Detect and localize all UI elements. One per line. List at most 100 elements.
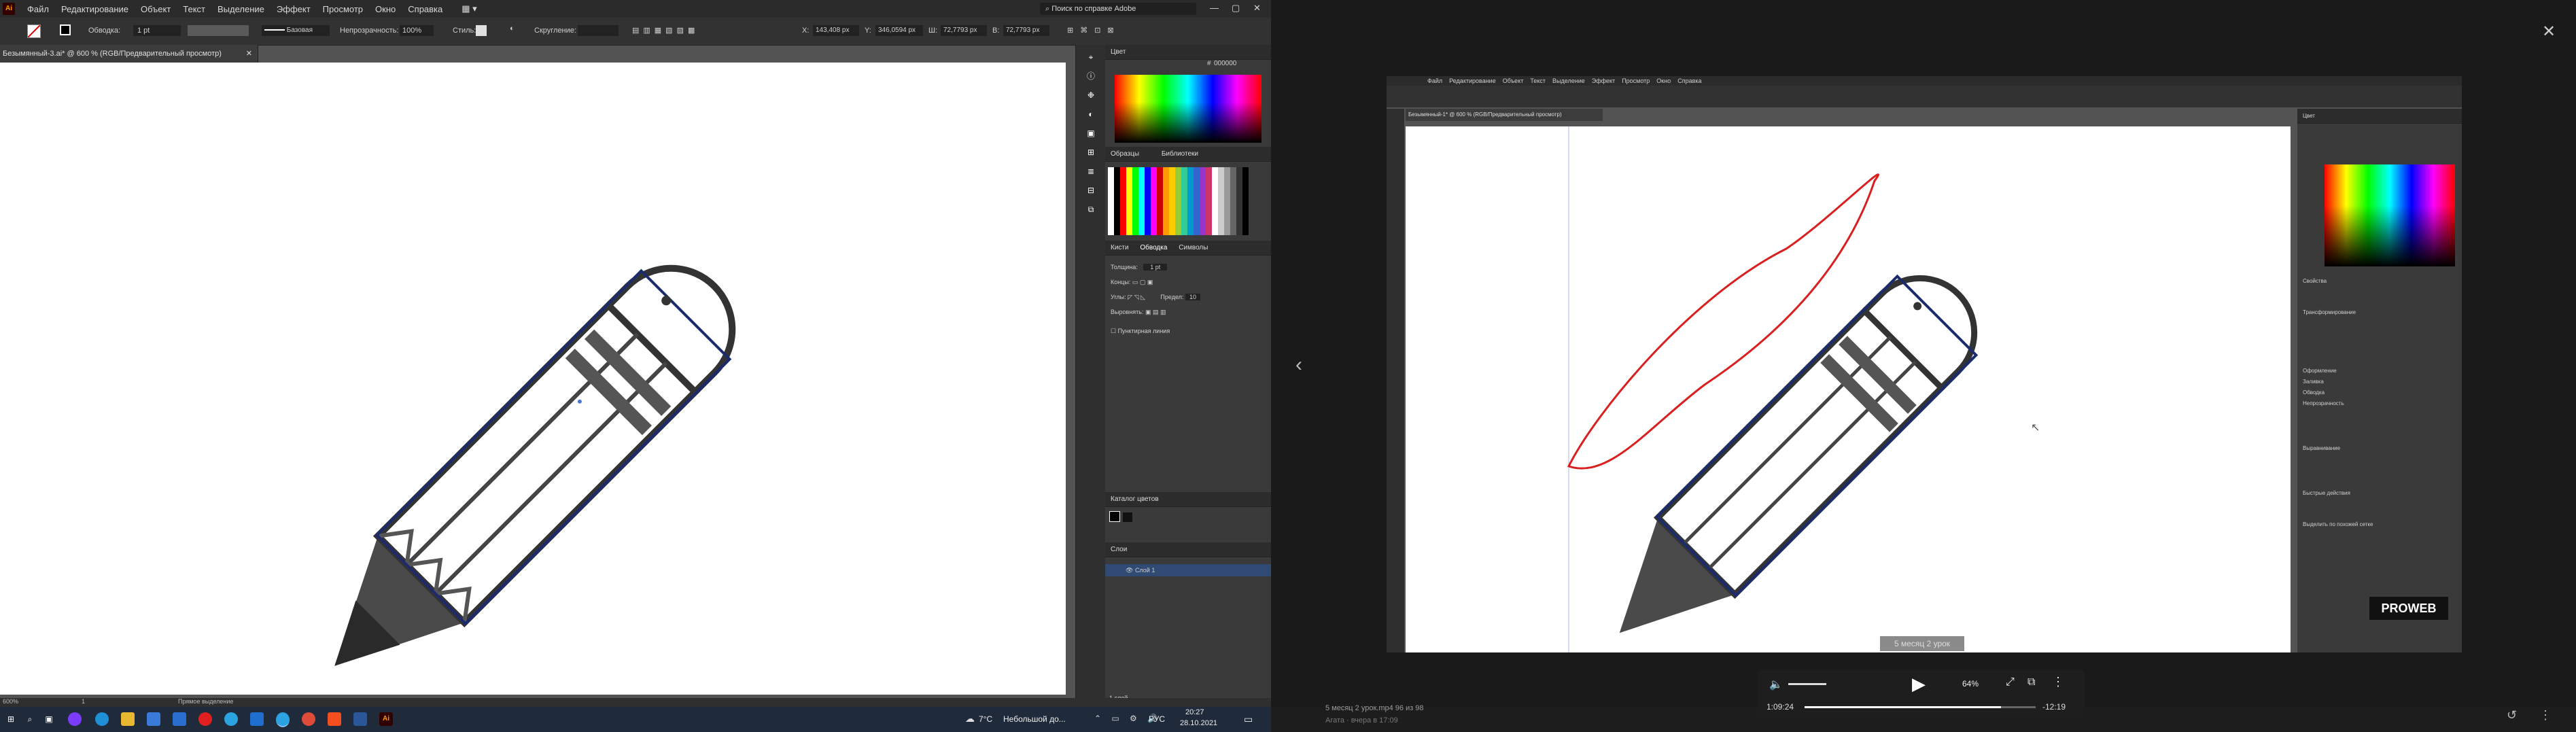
minimize-button[interactable]: — [1210, 3, 1219, 13]
tab-stroke[interactable]: Обводка [1140, 244, 1167, 251]
eye-icon[interactable]: 👁 [1126, 567, 1135, 574]
edge-icon[interactable] [95, 712, 109, 726]
workspace-switcher-icon[interactable]: ▦ ▾ [462, 3, 476, 14]
style-swatch[interactable] [476, 25, 487, 36]
layer-row[interactable]: 👁 Слой 1 [1105, 564, 1271, 576]
fill-swatch[interactable] [27, 24, 41, 38]
more-viewer-icon[interactable]: ⋮ [2539, 708, 2552, 722]
assistant-icon[interactable] [68, 712, 82, 726]
illustrator-taskbar-icon[interactable]: Ai [379, 712, 393, 726]
menu-item-effect[interactable]: Эффект [277, 4, 311, 14]
figma-icon[interactable] [328, 712, 341, 726]
stroke-swatch[interactable] [60, 24, 71, 35]
color-panel-title[interactable]: Цвет [1105, 45, 1271, 60]
tab-swatches[interactable]: Образцы [1111, 150, 1139, 158]
y-input[interactable]: 346,0594 px [875, 25, 923, 36]
more-icon[interactable]: ⋮ [2052, 675, 2064, 689]
w-input[interactable]: 72,7793 px [941, 25, 987, 36]
rounding-input[interactable] [578, 25, 619, 36]
maximize-button[interactable]: ▢ [1232, 3, 1240, 14]
opacity-input[interactable]: 100% [400, 25, 434, 36]
brush-dropdown[interactable]: Базовая [262, 25, 330, 36]
word-icon[interactable] [353, 712, 367, 726]
menu-item-object[interactable]: Объект [141, 4, 171, 14]
corner-buttons[interactable]: ◸ ◹ ◺ [1128, 294, 1145, 300]
search-taskbar-icon[interactable]: ⌕ [23, 712, 37, 726]
vscode-icon[interactable] [250, 712, 264, 726]
task-view-icon[interactable]: ▣ [42, 712, 56, 726]
cap-buttons[interactable]: ▭ ▢ ▣ [1132, 279, 1153, 285]
volume-icon[interactable]: 🔈 [1769, 678, 1783, 691]
artboard-number[interactable]: 1 [82, 698, 85, 705]
tool-pathfinder-icon[interactable]: ▣ [1084, 126, 1098, 140]
close-button[interactable]: ✕ [1253, 3, 1261, 14]
color-guide-title[interactable]: Каталог цветов [1105, 492, 1271, 507]
weather-temp[interactable]: 7°C [979, 714, 992, 724]
h-input[interactable]: 72,7793 px [1003, 25, 1049, 36]
menu-item-window[interactable]: Окно [375, 4, 396, 14]
tab-symbols[interactable]: Символы [1179, 244, 1208, 251]
menu-item-text[interactable]: Текст [183, 4, 205, 14]
tab-brushes[interactable]: Кисти [1111, 244, 1129, 251]
tool-info-icon[interactable]: ⓘ [1084, 69, 1098, 83]
weather-icon[interactable]: ☁ [965, 713, 975, 725]
menu-item-help[interactable]: Справка [408, 4, 442, 14]
zoom-level[interactable]: 600% [3, 698, 18, 705]
stroke-weight-panel-value[interactable]: 1 pt [1143, 264, 1168, 271]
swatch-grid[interactable] [1108, 167, 1268, 235]
progress-track[interactable] [1805, 706, 2036, 708]
tool-artboard-icon[interactable]: ⊞ [1084, 145, 1098, 159]
chrome-icon[interactable] [302, 712, 315, 726]
tab-close-icon[interactable]: ✕ [246, 45, 252, 63]
pencil-illustration[interactable] [0, 63, 1066, 695]
telegram-icon[interactable] [224, 712, 238, 726]
windows-start-icon[interactable]: ⊞ [4, 712, 18, 726]
tool-layers-icon[interactable]: ≣ [1084, 164, 1098, 178]
language-indicator[interactable]: РУС [1149, 714, 1165, 724]
clock-time[interactable]: 20:27 [1185, 708, 1204, 716]
color-guide-swatches[interactable] [1109, 511, 1267, 538]
menu-item-file[interactable]: Файл [27, 4, 49, 14]
rotate-icon[interactable]: ↺ [2507, 708, 2517, 722]
store-icon[interactable] [147, 712, 160, 726]
variable-width-dropdown[interactable] [188, 25, 249, 36]
notifications-icon[interactable]: ▭ [1244, 714, 1253, 725]
menu-item-view[interactable]: Просмотр [323, 4, 363, 14]
telegram-active-icon[interactable] [276, 712, 290, 727]
prev-arrow-icon[interactable]: ‹ [1295, 353, 1302, 377]
search-field[interactable]: ⌕ Поиск по справке Adobe [1040, 3, 1196, 15]
explorer-icon[interactable] [121, 712, 135, 726]
recolor-icon[interactable]: ◐ [510, 24, 515, 33]
playback-speed[interactable]: 64% [1962, 679, 1979, 689]
tool-paint-icon[interactable]: ❉ [1084, 88, 1098, 102]
tool-links-icon[interactable]: ⊟ [1084, 184, 1098, 197]
dashed-checkbox[interactable]: ☐ [1111, 328, 1118, 334]
document-tab[interactable]: Безымянный-3.ai* @ 600 % (RGB/Предварите… [0, 45, 258, 63]
stroke-weight-input[interactable]: 1 pt [133, 25, 181, 36]
align-stroke-buttons[interactable]: ▣ ▤ ▥ [1145, 309, 1166, 315]
artboard[interactable] [0, 63, 1066, 695]
volume-slider[interactable] [1788, 683, 1826, 685]
transform-icons[interactable]: ⊞⌘⊡⊠ [1067, 26, 1121, 35]
play-icon[interactable]: ▶ [1912, 674, 1926, 695]
pip-icon[interactable]: ⧉ [2027, 676, 2035, 689]
viewer-close-icon[interactable]: ✕ [2542, 22, 2556, 41]
clock-date[interactable]: 28.10.2021 [1180, 719, 1217, 727]
tool-export-icon[interactable]: ⧉ [1084, 203, 1098, 216]
hex-value[interactable]: 000000 [1214, 60, 1236, 67]
menu-item-edit[interactable]: Редактирование [61, 4, 128, 14]
menu-item-select[interactable]: Выделение [217, 4, 264, 14]
limit-value[interactable]: 10 [1185, 294, 1200, 300]
x-input[interactable]: 143,408 px [813, 25, 859, 36]
mail-icon[interactable] [173, 712, 186, 726]
yandex-icon[interactable] [198, 712, 212, 726]
tab-libraries[interactable]: Библиотеки [1162, 150, 1198, 158]
tool-select-icon[interactable]: ⌖ [1084, 50, 1098, 64]
layer-name[interactable]: Слой 1 [1135, 567, 1155, 574]
weather-text[interactable]: Небольшой до... [1003, 714, 1066, 724]
align-icons[interactable]: ▤▥▦▧▨▩ [632, 26, 699, 35]
tool-color-icon[interactable]: ◐ [1084, 107, 1098, 121]
layers-panel-title[interactable]: Слои [1105, 542, 1271, 557]
color-spectrum[interactable] [1115, 75, 1261, 143]
fullscreen-icon[interactable]: ⤢ [2006, 676, 2015, 689]
